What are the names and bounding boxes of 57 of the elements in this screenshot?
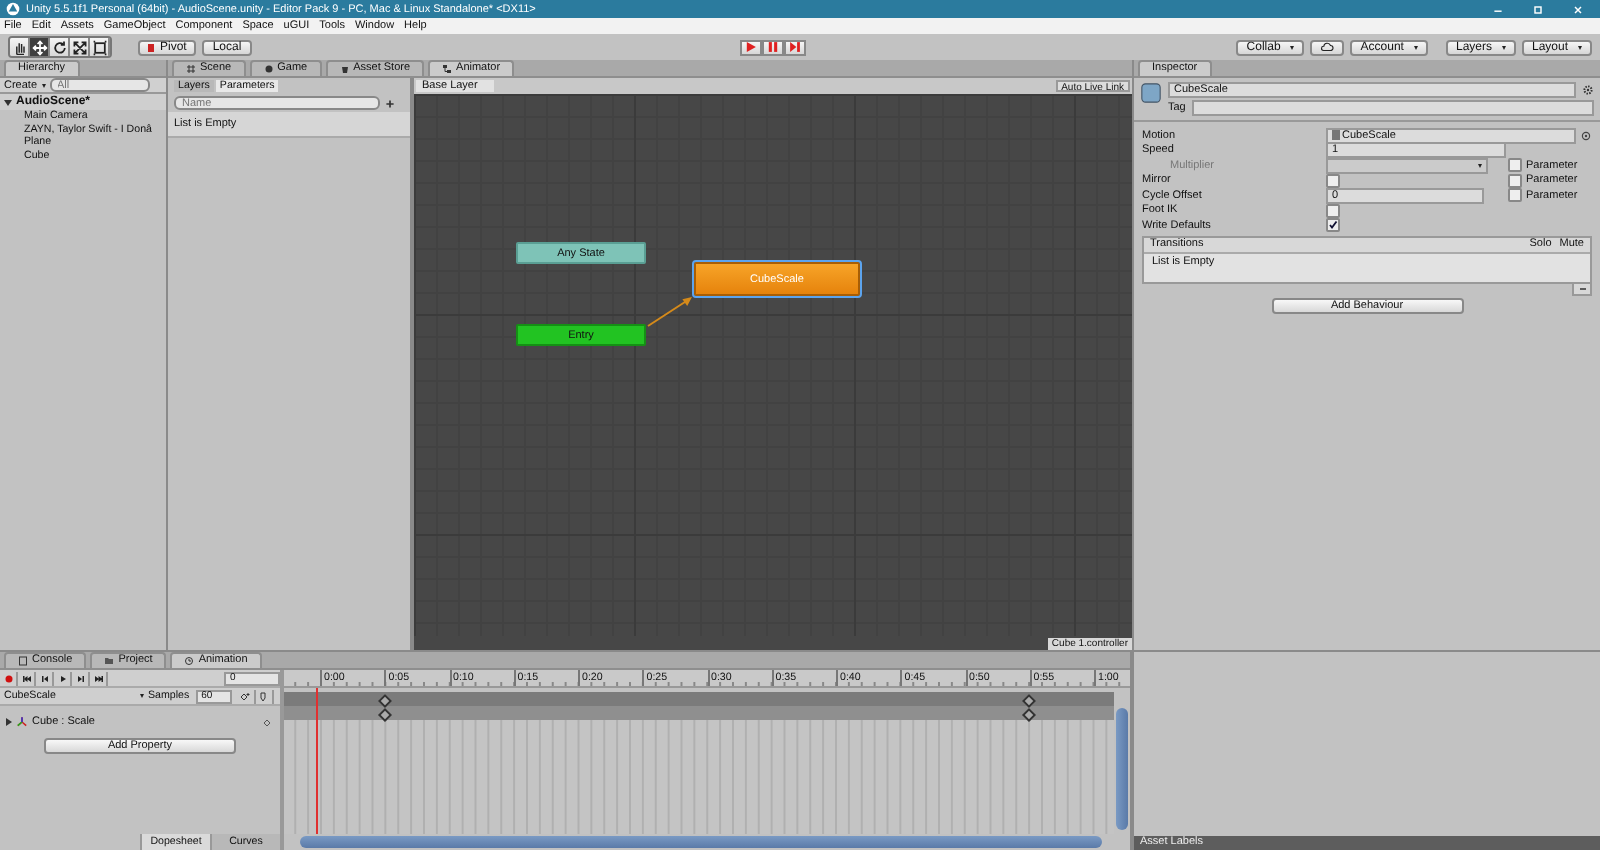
rotate-tool-button[interactable] [50, 38, 70, 56]
checkbox[interactable] [1508, 173, 1522, 188]
checkbox[interactable] [1508, 188, 1522, 203]
axis-icon [16, 716, 28, 728]
expand-triangle-icon[interactable] [6, 718, 12, 726]
rect-tool-button[interactable] [90, 38, 110, 56]
hand-tool-button[interactable] [10, 38, 30, 56]
skip-start-icon [21, 673, 31, 683]
vertical-scrollbar[interactable] [1116, 708, 1128, 830]
rotate-icon [51, 39, 67, 55]
close-icon[interactable] [1572, 3, 1584, 15]
event-marker-icon [258, 691, 269, 701]
scale-icon [71, 39, 87, 55]
tag-field[interactable] [1191, 100, 1594, 116]
animation-tab-icon [184, 656, 195, 666]
minus-icon [1577, 283, 1587, 293]
add-keyframe-button[interactable] [237, 689, 256, 703]
animator-tab-icon [442, 64, 453, 74]
rect-icon [91, 39, 107, 55]
console-tab-icon [18, 656, 28, 666]
horizontal-scrollbar[interactable] [300, 836, 1102, 848]
state-icon [1140, 82, 1162, 104]
step-button[interactable] [784, 39, 807, 55]
game-tab-icon [263, 64, 274, 74]
restore-icon[interactable] [1532, 3, 1544, 15]
play-button[interactable] [740, 39, 763, 55]
plus-icon[interactable] [384, 97, 396, 109]
scene-tab-icon [186, 64, 196, 74]
keyframe-diamond-icon[interactable] [262, 717, 272, 727]
cloud-button[interactable] [1310, 39, 1345, 55]
previous-frame-button[interactable] [36, 671, 54, 685]
pause-icon [766, 40, 781, 54]
project-tab-icon [104, 656, 115, 666]
gear-icon[interactable] [1582, 84, 1594, 96]
first-frame-button[interactable] [18, 671, 36, 685]
step-forward-icon [75, 673, 85, 683]
scale-tool-button[interactable] [70, 38, 90, 56]
expand-triangle-icon[interactable] [4, 99, 12, 105]
checkbox[interactable] [1326, 218, 1340, 233]
step-icon [788, 40, 803, 54]
move-icon [31, 39, 47, 55]
next-frame-button[interactable] [72, 671, 90, 685]
hand-icon [11, 39, 27, 55]
skip-end-icon [93, 673, 103, 683]
record-icon [3, 673, 13, 683]
diamond-plus-icon [240, 691, 251, 701]
add-event-button[interactable] [255, 689, 274, 703]
cloud-icon [1320, 40, 1335, 54]
pause-button[interactable] [762, 39, 785, 55]
store-tab-icon [339, 64, 350, 74]
transition-arrow [647, 297, 692, 327]
step-back-icon [39, 673, 49, 683]
last-frame-button[interactable] [90, 671, 108, 685]
record-button[interactable] [0, 671, 18, 685]
play-icon [744, 40, 759, 54]
target-icon[interactable] [1580, 129, 1592, 142]
move-tool-button[interactable] [30, 38, 50, 56]
